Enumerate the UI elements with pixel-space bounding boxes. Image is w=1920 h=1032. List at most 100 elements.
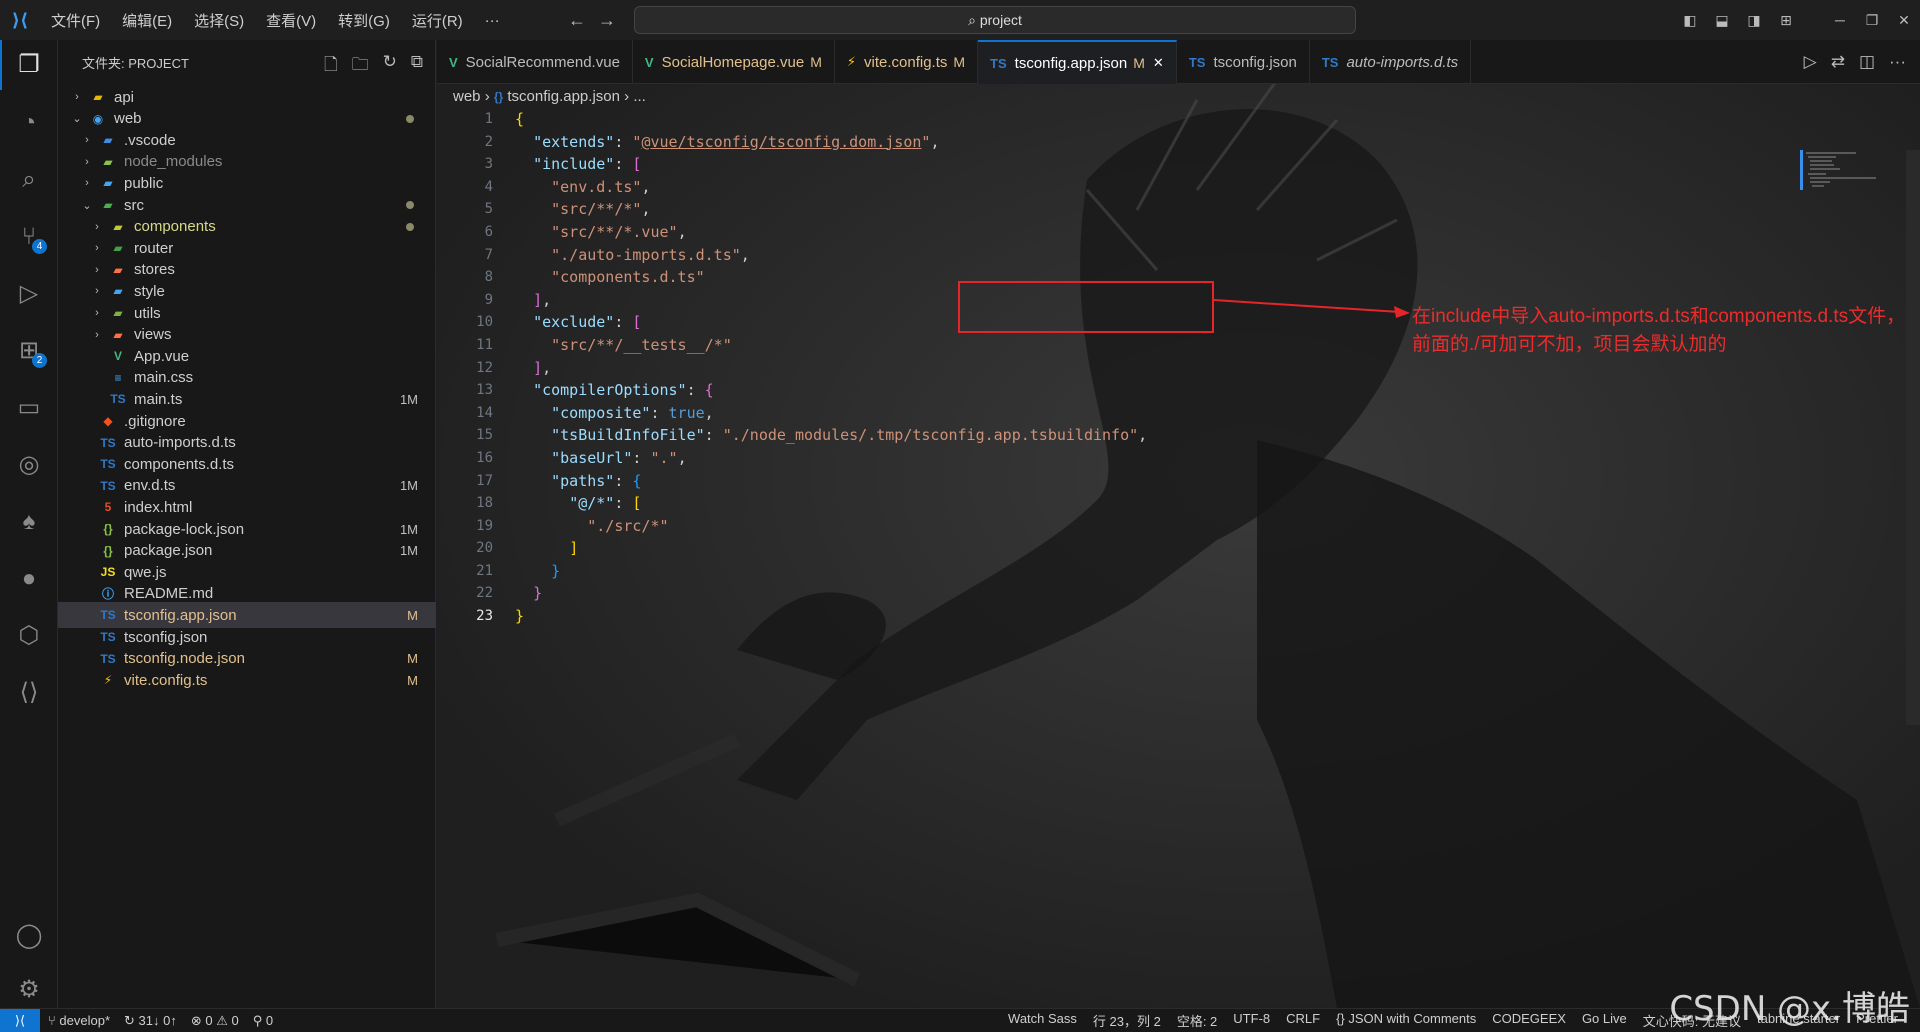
run-icon[interactable]: ▷ — [1804, 52, 1817, 72]
source-control-icon[interactable]: ⑂ 4 — [9, 217, 49, 257]
chevron-right-icon[interactable]: › — [90, 285, 104, 297]
containers-icon[interactable]: ⬡ — [9, 616, 49, 656]
code-token: , — [542, 290, 552, 309]
menu-item-1[interactable]: 编辑(E) — [111, 10, 183, 31]
line-number: 16 — [476, 449, 493, 466]
tab-5[interactable]: TS auto-imports.d.ts — [1310, 40, 1472, 84]
status-item-0[interactable]: Watch Sass — [1008, 1011, 1077, 1030]
accounts-icon[interactable]: ◯ — [9, 916, 49, 956]
chevron-right-icon[interactable]: › — [80, 156, 94, 168]
error-count: 0 — [205, 1012, 213, 1028]
settings-gear-icon[interactable]: ⚙ — [9, 970, 49, 1010]
refresh-icon[interactable]: ↻ — [383, 52, 397, 81]
chevron-right-icon[interactable]: › — [90, 329, 104, 341]
chevron-down-icon[interactable]: ⌄ — [70, 112, 84, 125]
minimap[interactable] — [1796, 150, 1886, 210]
minimize-icon[interactable]: ─ — [1824, 12, 1856, 28]
chevron-right-icon[interactable]: › — [90, 242, 104, 254]
remote-indicator-icon[interactable]: ⟩⟨ — [0, 1008, 40, 1032]
github-icon[interactable]: ● — [9, 559, 49, 599]
status-item-6[interactable]: CODEGEEX — [1492, 1011, 1566, 1030]
chevron-right-icon[interactable]: › — [80, 177, 94, 189]
mongodb-icon[interactable]: ♠ — [9, 502, 49, 542]
chevron-right-icon[interactable]: › — [70, 91, 84, 103]
tsconfig-icon: TS — [100, 651, 116, 666]
live-share-icon[interactable]: ⟨⟩ — [9, 673, 49, 713]
chevron-right-icon[interactable]: › — [80, 134, 94, 146]
chevron-right-icon[interactable]: › — [90, 264, 104, 276]
branch-status[interactable]: ⑂ develop* — [48, 1013, 110, 1029]
tree-label: main.ts — [134, 390, 183, 408]
ports-status[interactable]: ⚲ 0 — [253, 1013, 273, 1029]
search-view-icon[interactable]: ⌕ — [9, 160, 49, 200]
code-token: : — [686, 381, 705, 400]
new-file-icon[interactable]: 🗋 — [324, 52, 338, 81]
tab-modified-badge: M — [953, 54, 966, 70]
menu-item-3[interactable]: 查看(V) — [255, 10, 327, 31]
menu-item-2[interactable]: 选择(S) — [183, 10, 255, 31]
forward-arrow-icon[interactable]: → — [598, 10, 616, 31]
tree-label: src — [124, 196, 144, 214]
code-editor[interactable]: { "extends": "@vue/tsconfig/tsconfig.dom… — [515, 108, 1715, 628]
edge-tools-icon[interactable]: ◎ — [9, 445, 49, 485]
status-item-1[interactable]: 行 23，列 2 — [1093, 1011, 1161, 1030]
json-file-icon: {} — [493, 90, 504, 104]
tree-file-27[interactable]: ⚡ vite.config.ts M — [58, 667, 436, 693]
collapse-all-icon[interactable]: ⧉ — [411, 52, 423, 81]
chevron-down-icon[interactable]: ⌄ — [80, 199, 94, 212]
sync-status[interactable]: ↻ 31↓ 0↑ — [124, 1013, 177, 1029]
tree-label: components — [134, 218, 216, 236]
status-item-3[interactable]: UTF-8 — [1233, 1011, 1270, 1030]
extensions-icon[interactable]: ⊞ 2 — [9, 331, 49, 371]
breadcrumb-folder[interactable]: web — [453, 88, 481, 105]
command-center-search[interactable]: ⌕ project — [634, 6, 1356, 34]
status-item-7[interactable]: Go Live — [1582, 1011, 1627, 1030]
close-window-icon[interactable]: ✕ — [1888, 12, 1920, 29]
menu-item-0[interactable]: 文件(F) — [40, 10, 111, 31]
codegeex-icon[interactable]: ◔ — [9, 103, 49, 143]
code-token: "exclude" — [533, 313, 615, 332]
more-actions-icon[interactable]: ··· — [1889, 52, 1906, 72]
chevron-right-icon[interactable]: › — [90, 221, 104, 233]
breadcrumb: web › {} tsconfig.app.json › ... — [453, 88, 646, 105]
run-debug-icon[interactable]: ▷ — [9, 274, 49, 314]
line-number: 13 — [476, 382, 493, 399]
status-item-5[interactable]: {} JSON with Comments — [1336, 1011, 1476, 1030]
restore-icon[interactable]: ❐ — [1856, 12, 1888, 29]
problems-status[interactable]: ⊗ 0 ⚠ 0 — [191, 1013, 239, 1029]
customize-layout-icon[interactable]: ⊞ — [1770, 12, 1802, 29]
remote-explorer-icon[interactable]: ▭ — [9, 388, 49, 428]
extensions-badge: 2 — [32, 353, 47, 368]
status-item-4[interactable]: CRLF — [1286, 1011, 1320, 1030]
branch-icon: ⑂ — [48, 1012, 60, 1028]
tab-3[interactable]: TS tsconfig.app.json M ✕ — [978, 40, 1177, 84]
back-arrow-icon[interactable]: ← — [568, 10, 586, 31]
new-folder-icon[interactable]: 🗀 — [352, 52, 369, 81]
editor-scrollbar[interactable] — [1906, 150, 1920, 725]
menu-item-4[interactable]: 转到(G) — [327, 10, 401, 31]
chevron-right-icon[interactable]: › — [90, 307, 104, 319]
breadcrumb-rest[interactable]: ... — [633, 88, 646, 105]
annotation-text: 在include中导入auto-imports.d.ts和components.… — [1412, 303, 1905, 359]
menu-item-6[interactable]: ··· — [474, 12, 511, 29]
editor-tabs: V SocialRecommend.vue V SocialHomepage.vue M… — [437, 40, 1920, 84]
compare-icon[interactable]: ⇄ — [1831, 52, 1845, 72]
status-item-2[interactable]: 空格: 2 — [1177, 1011, 1217, 1030]
explorer-icon[interactable]: ❐ — [9, 45, 49, 85]
tab-1[interactable]: V SocialHomepage.vue M — [633, 40, 835, 84]
tab-0[interactable]: V SocialRecommend.vue — [437, 40, 633, 84]
code-token: , — [1138, 426, 1148, 445]
breadcrumb-file[interactable]: tsconfig.app.json — [507, 88, 620, 105]
toggle-panel-icon[interactable]: ⬓ — [1706, 12, 1738, 29]
split-editor-icon[interactable]: ◫ — [1859, 52, 1875, 72]
tab-2[interactable]: ⚡ vite.config.ts M — [835, 40, 979, 84]
folder-router-icon: ▰ — [113, 241, 123, 256]
toggle-sidebar-icon[interactable]: ◧ — [1674, 12, 1706, 29]
menu-item-5[interactable]: 运行(R) — [401, 10, 474, 31]
toggle-secondary-sidebar-icon[interactable]: ◨ — [1738, 12, 1770, 29]
code-line: "paths": { — [515, 470, 1715, 493]
tab-close-icon[interactable]: ✕ — [1153, 55, 1164, 71]
tab-4[interactable]: TS tsconfig.json — [1177, 40, 1310, 84]
